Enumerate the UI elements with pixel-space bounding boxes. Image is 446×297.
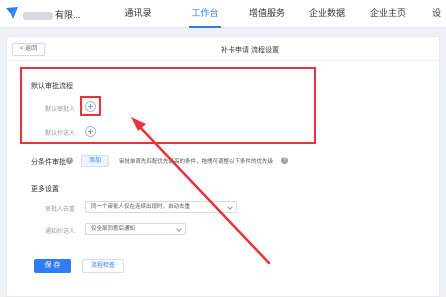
tab-settings[interactable]: 设 [432, 0, 446, 28]
notify-cc-label: 通知抄送人 [45, 229, 76, 235]
flow-check-button[interactable]: 流程检查 [82, 259, 124, 273]
chevron-down-icon [176, 226, 182, 232]
conditional-approval-title: 分条件审批 [31, 159, 66, 166]
tab-value-added-services[interactable]: 增值服务 [243, 0, 291, 28]
highlight-box-add-approver [80, 96, 101, 116]
tab-enterprise-data[interactable]: 企业数据 [303, 0, 351, 28]
save-button[interactable]: 保 存 [34, 259, 71, 273]
page: 有限... 通讯录 工作台 增值服务 企业数据 企业主页 设 < 返回 补卡申请… [0, 0, 446, 297]
more-settings-title: 更多设置 [31, 186, 59, 193]
priority-info-icon[interactable]: ? [281, 157, 288, 164]
header-divider [6, 60, 440, 61]
tab-enterprise-homepage[interactable]: 企业主页 [364, 0, 412, 28]
company-name-suffix: 有限... [55, 10, 81, 20]
conditional-description: 审批单首先匹配优先级高的条件，拖拽可调整以下条件的优先级 [119, 159, 274, 165]
dedupe-select[interactable]: 同一个审批人仅在连续出现时，自动去重 [85, 201, 237, 213]
company-name[interactable]: 有限... [23, 8, 81, 20]
dedupe-label: 审批人去重 [45, 207, 76, 213]
dedupe-selected-value: 同一个审批人仅在连续出现时，自动去重 [91, 204, 191, 210]
notify-cc-select[interactable]: 仅全部同意后通知 [85, 223, 186, 235]
help-info-icon[interactable]: ? [66, 157, 73, 164]
top-navigation-bar: 有限... 通讯录 工作台 增值服务 企业数据 企业主页 设 [0, 0, 446, 28]
notify-cc-selected-value: 仅全部同意后通知 [91, 226, 136, 232]
back-button[interactable]: < 返回 [12, 43, 45, 56]
tab-contacts[interactable]: 通讯录 [116, 0, 160, 28]
highlight-box-default-flow [20, 67, 316, 144]
company-name-redacted [23, 11, 53, 20]
chevron-down-icon [227, 204, 233, 210]
add-condition-button[interactable]: 添加 [81, 155, 109, 167]
app-logo-icon[interactable] [4, 5, 20, 21]
page-title: 补卡申请 流程设置 [221, 47, 279, 54]
tab-workbench[interactable]: 工作台 [183, 0, 227, 28]
